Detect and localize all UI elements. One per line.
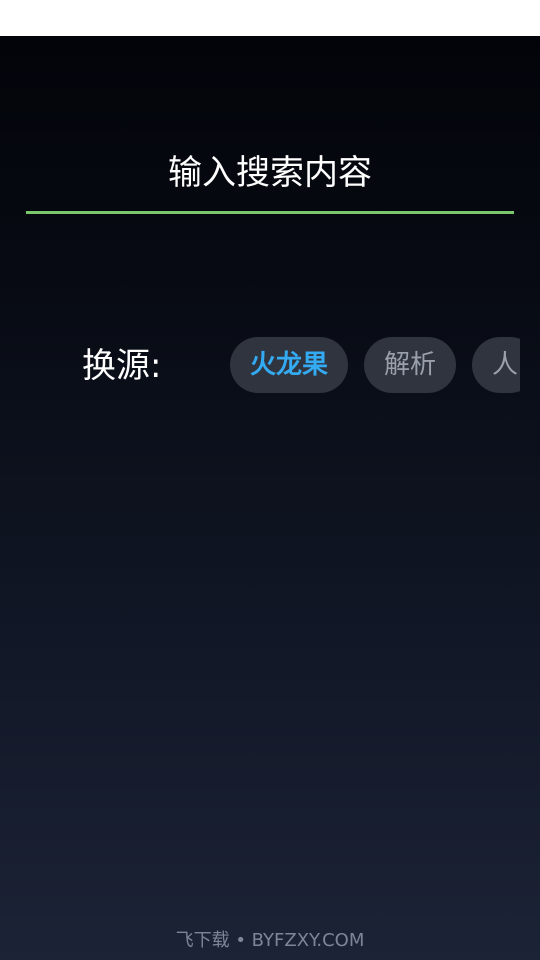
- source-chip-huolongguo[interactable]: 火龙果: [230, 337, 349, 393]
- source-chip-jiexi[interactable]: 解析: [364, 337, 457, 393]
- watermark: 飞下载 • BYFZXY.COM: [175, 930, 365, 951]
- source-label: 换源:: [82, 346, 162, 386]
- search-screen: 换源: 火龙果解析人 飞下载 • BYFZXY.COM: [0, 36, 540, 960]
- status-bar: [0, 0, 540, 36]
- source-chip-partial[interactable]: 人: [472, 337, 520, 393]
- search-input[interactable]: [26, 140, 514, 214]
- source-chip-list[interactable]: 火龙果 解析人: [230, 337, 520, 395]
- screen: 换源: 火龙果解析人 飞下载 • BYFZXY.COM: [0, 0, 540, 960]
